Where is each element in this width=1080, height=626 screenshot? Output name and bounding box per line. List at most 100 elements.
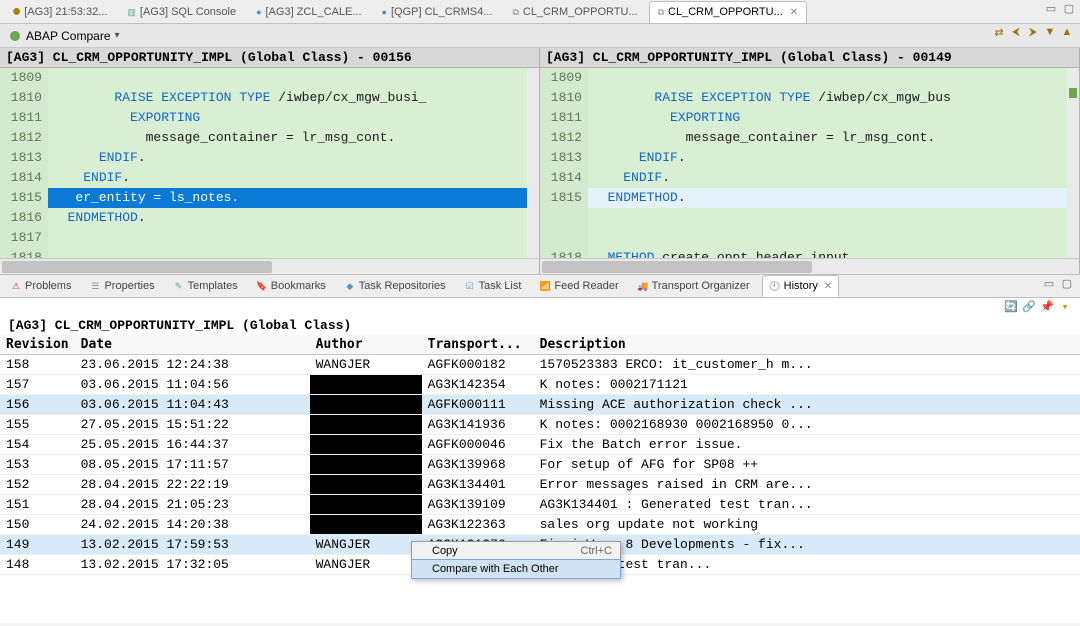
code-line[interactable]: ENDIF. <box>588 168 1079 188</box>
editor-tab[interactable]: ●[AG3] ZCL_CALE... <box>247 1 370 23</box>
code-line[interactable]: EXPORTING <box>588 108 1079 128</box>
bottom-tab-templates[interactable]: ✎Templates <box>167 275 244 297</box>
code-line[interactable]: er_entity = ls_notes. <box>48 188 539 208</box>
code-line[interactable]: ENDIF. <box>48 168 539 188</box>
code-line[interactable]: EXPORTING <box>48 108 539 128</box>
cell-description: Error messages raised in CRM are... <box>534 475 1080 495</box>
history-row[interactable]: 15425.05.2015 16:44:37AGFK000046Fix the … <box>0 435 1080 455</box>
code-line[interactable]: ENDIF. <box>48 148 539 168</box>
bottom-tab-feed-reader[interactable]: 📶Feed Reader <box>533 275 624 297</box>
line-number: 1815 <box>0 188 42 208</box>
bottom-tab-task-repositories[interactable]: ◆Task Repositories <box>338 275 452 297</box>
editor-tab[interactable]: ▥[AG3] SQL Console <box>118 1 245 23</box>
code-line[interactable]: message_container = lr_msg_cont. <box>588 128 1079 148</box>
editor-tab[interactable]: ⧉CL_CRM_OPPORTU... <box>503 1 646 23</box>
history-toolbar: 🔄 🔗 📌 ▾ <box>0 298 1080 316</box>
maximize-icon[interactable]: ▢ <box>1062 2 1076 16</box>
history-row[interactable]: 15308.05.2015 17:11:57AG3K139968For setu… <box>0 455 1080 475</box>
bottom-tab-problems[interactable]: ⚠Problems <box>4 275 77 297</box>
code-line[interactable] <box>48 68 539 88</box>
pin-icon[interactable]: 📌 <box>1040 300 1054 314</box>
history-row[interactable]: 15703.06.2015 11:04:56AG3K142354K notes:… <box>0 375 1080 395</box>
right-gutter: 18091810181118121813181418151818 <box>540 68 588 258</box>
column-header[interactable]: Revision <box>0 335 75 355</box>
code-line[interactable] <box>588 228 1079 248</box>
cell-date: 25.05.2015 16:44:37 <box>75 435 310 455</box>
bottom-tab-properties[interactable]: ☰Properties <box>83 275 160 297</box>
copy-right-icon[interactable]: ⮞ <box>1026 26 1040 40</box>
column-header[interactable]: Date <box>75 335 310 355</box>
left-hscroll[interactable] <box>0 258 539 274</box>
cell-revision: 152 <box>0 475 75 495</box>
history-row[interactable]: 15024.02.2015 14:20:38AG3K122363sales or… <box>0 515 1080 535</box>
right-overview-ruler[interactable] <box>1067 68 1079 258</box>
history-header-row[interactable]: RevisionDateAuthorTransport...Descriptio… <box>0 335 1080 355</box>
line-number: 1813 <box>0 148 42 168</box>
link-editor-icon[interactable]: 🔗 <box>1022 300 1036 314</box>
code-line[interactable]: RAISE EXCEPTION TYPE /iwbep/cx_mgw_bus <box>588 88 1079 108</box>
bottom-tab-transport-organizer[interactable]: 🚚Transport Organizer <box>631 275 756 297</box>
left-overview-ruler[interactable] <box>527 68 539 258</box>
prev-diff-icon[interactable]: ▲ <box>1060 26 1074 40</box>
menu-label: Compare with Each Other <box>432 563 559 575</box>
next-diff-icon[interactable]: ▼ <box>1043 26 1057 40</box>
code-line[interactable]: ENDMETHOD. <box>48 208 539 228</box>
editor-tab[interactable]: ⧉CL_CRM_OPPORTU...✕ <box>649 1 808 23</box>
context-menu-item[interactable]: CopyCtrl+C <box>412 542 620 560</box>
tab-label: Task List <box>479 280 522 292</box>
bottom-tab-history[interactable]: 🕘History✕ <box>762 275 840 297</box>
editor-tab[interactable]: ●[QGP] CL_CRMS4... <box>373 1 502 23</box>
close-icon[interactable]: ✕ <box>787 7 798 18</box>
code-line[interactable]: RAISE EXCEPTION TYPE /iwbep/cx_mgw_busi_ <box>48 88 539 108</box>
tab-label: History <box>784 280 818 292</box>
bottom-tab-bookmarks[interactable]: 🔖Bookmarks <box>250 275 332 297</box>
compare-dropdown-icon[interactable]: ▾ <box>115 30 120 41</box>
menu-shortcut: Ctrl+C <box>581 545 612 557</box>
close-icon[interactable]: ✕ <box>821 281 832 292</box>
copy-left-icon[interactable]: ⮜ <box>1009 26 1023 40</box>
left-code[interactable]: RAISE EXCEPTION TYPE /iwbep/cx_mgw_busi_… <box>48 68 539 258</box>
tab-icon: ⯃ <box>13 8 20 17</box>
code-line[interactable]: message_container = lr_msg_cont. <box>48 128 539 148</box>
view-maximize-icon[interactable]: ▢ <box>1060 277 1074 291</box>
column-header[interactable]: Author <box>310 335 422 355</box>
view-minimize-icon[interactable]: ▭ <box>1042 277 1056 291</box>
code-line[interactable]: ENDMETHOD. <box>588 188 1079 208</box>
cell-author <box>310 435 422 455</box>
cell-description: 1570523383 ERCO: it_customer_h m... <box>534 355 1080 375</box>
code-line[interactable] <box>588 208 1079 228</box>
right-code[interactable]: RAISE EXCEPTION TYPE /iwbep/cx_mgw_bus E… <box>588 68 1079 258</box>
minimize-icon[interactable]: ▭ <box>1044 2 1058 16</box>
context-menu-item[interactable]: Compare with Each Other <box>412 560 620 578</box>
compare-body: 1809181018111812181318141815181618171818… <box>0 68 1080 274</box>
history-row[interactable]: 15603.06.2015 11:04:43AGFK000111Missing … <box>0 395 1080 415</box>
tab-label: [QGP] CL_CRMS4... <box>391 6 492 18</box>
column-header[interactable]: Transport... <box>422 335 534 355</box>
tab-icon: ✎ <box>173 282 185 291</box>
right-hscroll[interactable] <box>540 258 1079 274</box>
line-number: 1813 <box>540 148 582 168</box>
refresh-icon[interactable]: 🔄 <box>1004 300 1018 314</box>
cell-description: K notes: 0002171121 <box>534 375 1080 395</box>
cell-description: Missing ACE authorization check ... <box>534 395 1080 415</box>
compare-left-pane: 1809181018111812181318141815181618171818… <box>0 68 540 274</box>
column-header[interactable]: Description <box>534 335 1080 355</box>
code-line[interactable]: ENDIF. <box>588 148 1079 168</box>
history-row[interactable]: 15128.04.2015 21:05:23AG3K139109AG3K1344… <box>0 495 1080 515</box>
swap-icon[interactable]: ⇄ <box>992 26 1006 40</box>
code-line[interactable] <box>588 68 1079 88</box>
code-line[interactable] <box>48 248 539 258</box>
history-row[interactable]: 15527.05.2015 15:51:22AG3K141936K notes:… <box>0 415 1080 435</box>
code-line[interactable] <box>48 228 539 248</box>
editor-tabs: ⯃[AG3] 21:53:32...▥[AG3] SQL Console●[AG… <box>0 0 1080 24</box>
editor-tab[interactable]: ⯃[AG3] 21:53:32... <box>4 1 116 23</box>
cell-transport: AG3K122363 <box>422 515 534 535</box>
bottom-tab-task-list[interactable]: ☑Task List <box>458 275 528 297</box>
history-row[interactable]: 15228.04.2015 22:22:19AG3K134401Error me… <box>0 475 1080 495</box>
view-menu-icon[interactable]: ▾ <box>1058 300 1072 314</box>
line-number: 1818 <box>540 248 582 258</box>
abap-compare-icon <box>8 29 22 43</box>
code-line[interactable]: METHOD create_oppt_header_input. <box>588 248 1079 258</box>
line-number: 1812 <box>0 128 42 148</box>
history-row[interactable]: 15823.06.2015 12:24:38WANGJERAGFK0001821… <box>0 355 1080 375</box>
